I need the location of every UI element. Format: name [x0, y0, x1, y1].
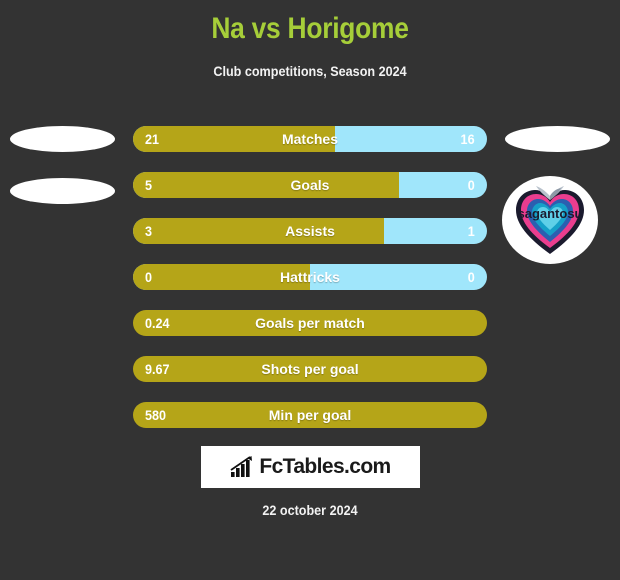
home-value: 5: [145, 177, 153, 193]
home-value: 0: [145, 269, 153, 285]
page-title: Na vs Horigome: [211, 12, 409, 45]
home-value: 580: [145, 407, 167, 423]
away-value: 1: [467, 223, 475, 239]
stat-row: Hattricks 0 0: [133, 264, 487, 290]
home-value: 21: [145, 131, 160, 147]
player-comparison-graphic: Na vs Horigome Club competitions, Season…: [0, 0, 620, 580]
stat-label: Shots per goal: [261, 361, 359, 377]
stat-row: Matches 21 16: [133, 126, 487, 152]
bar-chart-arrow-icon: [230, 456, 253, 477]
stat-label: Matches: [281, 131, 339, 147]
away-player-photo-placeholder: [505, 126, 610, 152]
svg-text:sagantosu: sagantosu: [517, 206, 582, 221]
stat-row: Goals per match 0.24: [133, 310, 487, 336]
stats-list: Matches 21 16 Goals 5 0 Assists 3 1 Hatt…: [133, 126, 487, 448]
away-club-badge: sagantosu: [502, 176, 598, 264]
stat-label: Goals: [290, 177, 330, 193]
home-value: 9.67: [145, 361, 170, 377]
stat-row: Shots per goal 9.67: [133, 356, 487, 382]
stat-label: Hattricks: [280, 269, 340, 285]
stat-label: Min per goal: [268, 407, 352, 423]
stat-row: Assists 3 1: [133, 218, 487, 244]
stat-label: Goals per match: [255, 315, 365, 331]
away-value: 0: [467, 269, 475, 285]
sagan-tosu-crest-icon: sagantosu: [516, 186, 584, 254]
stat-row: Goals 5 0: [133, 172, 487, 198]
home-club-logo-placeholder: [10, 178, 115, 204]
stat-row: Min per goal 580: [133, 402, 487, 428]
home-value: 3: [145, 223, 153, 239]
page-subtitle: Club competitions, Season 2024: [213, 63, 407, 79]
stat-label: Assists: [285, 223, 335, 239]
fctables-logo-text: FcTables.com: [259, 455, 391, 478]
fctables-logo[interactable]: FcTables.com: [201, 446, 420, 488]
away-value: 16: [460, 131, 475, 147]
home-player-photo-placeholder: [10, 126, 115, 152]
away-value: 0: [467, 177, 475, 193]
home-value: 0.24: [145, 315, 170, 331]
date-label: 22 october 2024: [262, 502, 358, 518]
